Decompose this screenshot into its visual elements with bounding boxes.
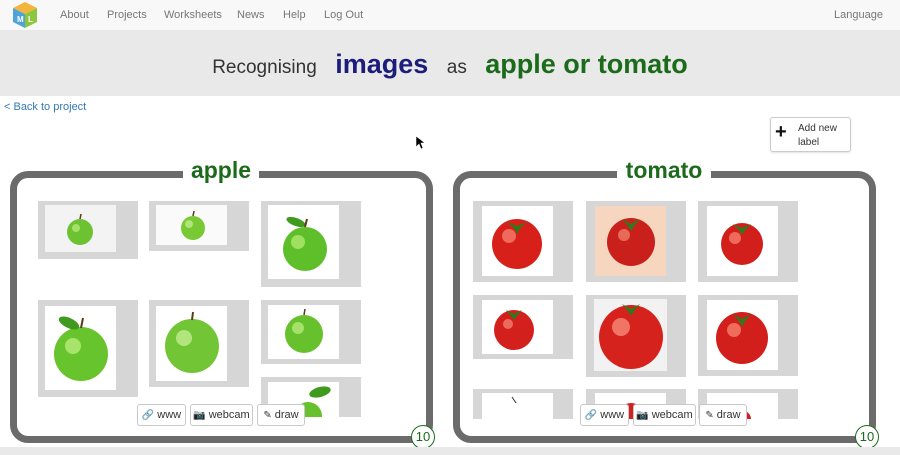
red-tomato-photo — [595, 206, 666, 276]
camera-icon: 📷 — [636, 410, 649, 421]
title-middle: as — [446, 57, 467, 78]
www-label: www — [157, 409, 182, 421]
bottom-strip — [0, 447, 900, 455]
www-label: www — [600, 409, 625, 421]
pencil-icon: ✎ — [705, 410, 714, 421]
add-from-www-button-apple[interactable]: 🔗 www — [137, 404, 186, 426]
training-image[interactable] — [473, 295, 573, 359]
add-from-www-button-tomato[interactable]: 🔗 www — [580, 404, 629, 426]
training-image[interactable] — [38, 201, 138, 259]
training-image[interactable] — [149, 201, 249, 251]
title-labels: apple or tomato — [485, 49, 688, 79]
label-title-tomato: tomato — [617, 156, 711, 184]
training-image[interactable] — [586, 201, 686, 282]
mouse-cursor-icon — [416, 136, 426, 150]
webcam-label: webcam — [208, 409, 250, 421]
green-apple-photo — [268, 305, 339, 359]
green-apple-with-leaf-photo — [268, 205, 339, 279]
label-title-apple: apple — [183, 156, 259, 184]
add-from-webcam-button-tomato[interactable]: 📷 webcam — [633, 404, 696, 426]
add-from-webcam-button-apple[interactable]: 📷 webcam — [190, 404, 253, 426]
training-image[interactable] — [698, 295, 798, 376]
top-navbar: M L About Projects Worksheets News Help … — [0, 0, 900, 31]
svg-text:M: M — [17, 15, 24, 24]
green-apple-with-leaf-photo — [45, 306, 116, 390]
red-tomato-photo — [482, 206, 553, 276]
cube-logo-icon[interactable]: M L — [11, 1, 39, 29]
link-icon: 🔗 — [141, 410, 155, 421]
red-tomato-photo — [707, 300, 778, 370]
add-new-label-text: Add new label — [798, 123, 837, 148]
page-title-band: Recognising images as apple or tomato — [0, 31, 900, 96]
training-image[interactable] — [586, 295, 686, 377]
nav-logout-link[interactable]: Log Out — [324, 9, 363, 21]
label-bucket-tomato — [453, 171, 876, 443]
green-apple-photo — [45, 205, 116, 252]
image-count-badge-apple: 10 — [411, 425, 435, 449]
green-apple-photo — [156, 306, 227, 381]
label-bucket-apple — [10, 171, 433, 443]
nav-projects-link[interactable]: Projects — [107, 9, 147, 21]
webcam-label: webcam — [651, 409, 693, 421]
draw-label: draw — [274, 409, 299, 421]
training-image[interactable] — [473, 201, 573, 282]
nav-news-link[interactable]: News — [237, 9, 265, 21]
nav-worksheets-link[interactable]: Worksheets — [164, 9, 222, 21]
back-to-project-link[interactable]: < Back to project — [4, 101, 86, 113]
training-image[interactable] — [38, 300, 138, 397]
training-image[interactable] — [149, 300, 249, 387]
add-new-label-button[interactable]: + Add new label — [770, 117, 851, 152]
green-apple-photo — [156, 205, 227, 245]
training-image[interactable] — [261, 201, 361, 287]
training-image[interactable] — [473, 389, 573, 419]
page-title: Recognising images as apple or tomato — [0, 31, 900, 96]
red-tomato-photo — [482, 300, 553, 354]
red-tomato-photo — [707, 206, 778, 276]
draw-label: draw — [716, 409, 741, 421]
training-image[interactable] — [261, 300, 361, 364]
draw-button-apple[interactable]: ✎ draw — [257, 404, 305, 426]
title-prefix: Recognising — [212, 57, 317, 78]
red-tomato-photo — [594, 299, 667, 371]
camera-icon: 📷 — [193, 410, 206, 421]
svg-text:L: L — [28, 15, 33, 24]
image-count-badge-tomato: 10 — [855, 425, 879, 449]
training-image[interactable] — [698, 201, 798, 282]
draw-button-tomato[interactable]: ✎ draw — [699, 404, 747, 426]
nav-help-link[interactable]: Help — [283, 9, 306, 21]
red-tomato-photo — [482, 393, 553, 419]
link-icon: 🔗 — [584, 410, 598, 421]
title-project-type: images — [335, 49, 429, 79]
nav-about-link[interactable]: About — [60, 9, 89, 21]
language-menu[interactable]: Language — [834, 9, 883, 21]
plus-icon: + — [775, 121, 787, 143]
pencil-icon: ✎ — [263, 410, 272, 421]
